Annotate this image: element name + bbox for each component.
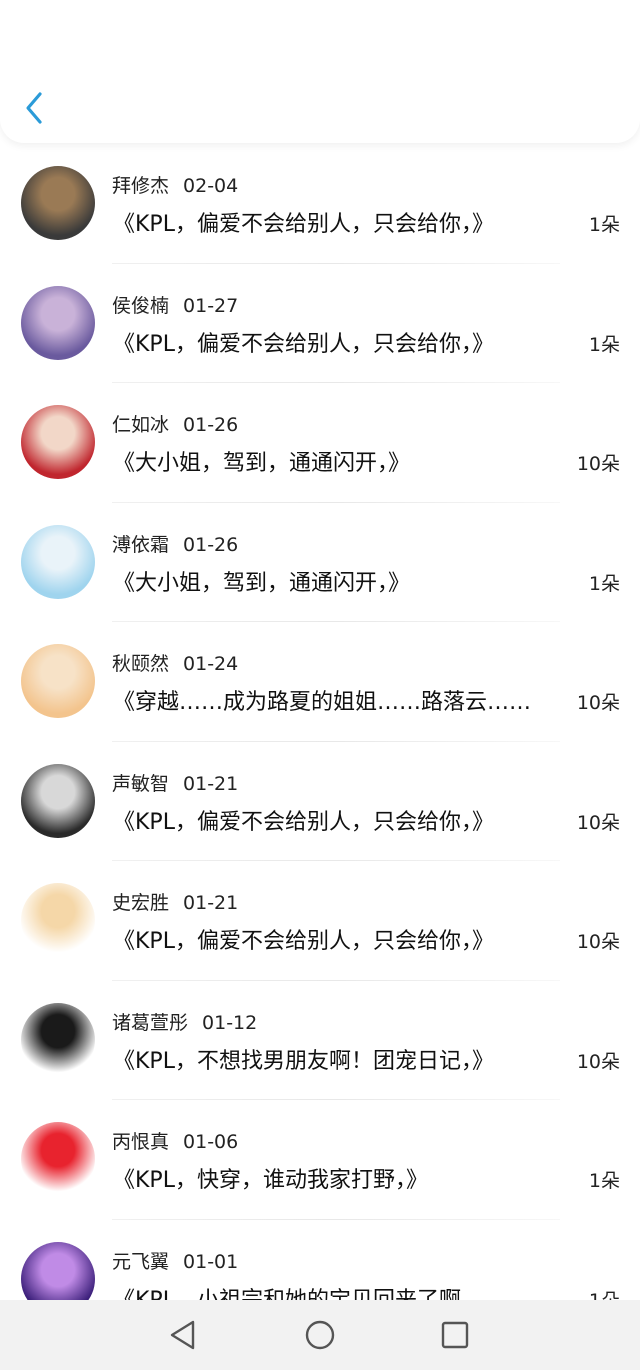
list-item[interactable]: 溥依霜 01-26 《大小姐，驾到，通通闪开，》 1朵 — [0, 503, 640, 622]
item-date: 01-21 — [183, 772, 239, 795]
user-name: 诸葛萱彤 — [112, 1011, 189, 1034]
flower-count: 10朵 — [576, 931, 620, 953]
avatar[interactable] — [21, 405, 95, 479]
user-name: 元飞翼 — [112, 1250, 170, 1273]
item-meta: 史宏胜 01-21 — [112, 888, 238, 915]
book-title: 《KPL，偏爱不会给别人，只会给你，》 — [113, 809, 494, 835]
book-title: 《大小姐，驾到，通通闪开，》 — [113, 451, 411, 476]
nav-home-button[interactable] — [302, 1317, 338, 1353]
status-indicators: 4G 2G — [459, 22, 610, 42]
item-meta: 秋颐然 01-24 — [112, 649, 238, 676]
flower-count: 10朵 — [576, 453, 620, 475]
item-meta: 声敏智 01-21 — [112, 769, 238, 796]
list-item[interactable]: 拜修杰 02-04 《KPL，偏爱不会给别人，只会给你，》 1朵 — [0, 144, 640, 264]
avatar[interactable] — [21, 166, 95, 240]
list-item[interactable]: 仁如冰 01-26 《大小姐，驾到，通通闪开，》 10朵 — [0, 383, 640, 503]
list-item[interactable]: 元飞翼 01-01 《KPL，小祖宗和她的宝贝回来了啊， 1朵 — [0, 1220, 640, 1301]
user-name: 丙恨真 — [112, 1131, 170, 1153]
cellular-signal-2-icon: 2G — [535, 23, 567, 42]
battery-icon — [576, 26, 610, 42]
book-title: 《KPL，快穿，谁动我家打野，》 — [113, 1168, 428, 1193]
flower-count: 10朵 — [576, 1050, 620, 1073]
square-recents-icon — [441, 1321, 469, 1349]
item-date: 01-06 — [183, 1131, 239, 1153]
flower-count: 1朵 — [588, 1170, 620, 1192]
chevron-left-icon — [26, 92, 42, 124]
book-title: 《KPL，小祖宗和她的宝贝回来了啊， — [113, 1287, 483, 1301]
list-item[interactable]: 声敏智 01-21 《KPL，偏爱不会给别人，只会给你，》 10朵 — [0, 742, 640, 861]
user-name: 拜修杰 — [112, 175, 170, 197]
book-title: 《大小姐，驾到，通通闪开，》 — [113, 570, 411, 596]
list-item[interactable]: 诸葛萱彤 01-12 《KPL，不想找男朋友啊！团宠日记，》 10朵 — [0, 981, 640, 1100]
user-name: 溥依霜 — [112, 533, 170, 556]
avatar[interactable] — [21, 1241, 95, 1300]
flower-count: 1朵 — [588, 214, 620, 236]
item-date: 01-26 — [183, 533, 239, 556]
avatar[interactable] — [21, 644, 95, 718]
flower-count: 1朵 — [588, 572, 620, 595]
avatar[interactable] — [21, 883, 95, 957]
item-date: 01-26 — [183, 414, 239, 436]
app-blue-ball-icon — [165, 25, 185, 45]
list-item[interactable]: 侯俊楠 01-27 《KPL，偏爱不会给别人，只会给你，》 1朵 — [0, 264, 640, 383]
app-music-icon — [219, 25, 239, 45]
network-type-2: 2G — [535, 23, 549, 33]
user-name: 仁如冰 — [112, 414, 170, 436]
app-orange-icon — [138, 25, 158, 45]
item-meta: 元飞翼 01-01 — [112, 1247, 238, 1274]
item-date: 01-21 — [183, 892, 239, 914]
battery-level — [580, 30, 597, 38]
flower-count: 1朵 — [588, 333, 620, 356]
user-name: 史宏胜 — [112, 892, 170, 914]
item-meta: 仁如冰 01-26 — [112, 410, 238, 437]
list-item[interactable]: 秋颐然 01-24 《穿越……成为路夏的姐姐……路落云…… 10朵 — [0, 622, 640, 742]
user-name: 侯俊楠 — [112, 294, 170, 317]
item-meta: 溥依霜 01-26 — [112, 530, 238, 557]
flower-count: 10朵 — [576, 811, 620, 834]
app-green-bird-icon — [246, 25, 266, 45]
item-date: 01-01 — [183, 1250, 239, 1273]
nav-back-button[interactable] — [165, 1317, 201, 1353]
list-item[interactable]: 史宏胜 01-21 《KPL，偏爱不会给别人，只会给你，》 10朵 — [0, 861, 640, 981]
item-meta: 丙恨真 01-06 — [112, 1127, 238, 1154]
item-meta: 拜修杰 02-04 — [112, 171, 238, 198]
book-title: 《KPL，偏爱不会给别人，只会给你，》 — [113, 929, 494, 954]
more-notifications: ··· — [279, 24, 297, 45]
network-type-1: 4G — [494, 23, 508, 33]
item-date: 01-24 — [183, 653, 239, 675]
gift-list: 拜修杰 02-04 《KPL，偏爱不会给别人，只会给你，》 1朵 侯俊楠 01-27… — [0, 144, 640, 1300]
item-date: 01-27 — [183, 294, 239, 317]
circle-home-icon — [305, 1320, 335, 1350]
status-app-icons: ··· — [138, 25, 296, 45]
book-title: 《KPL，偏爱不会给别人，只会给你，》 — [113, 212, 494, 237]
item-meta: 侯俊楠 01-27 — [112, 291, 238, 318]
cellular-signal-1-icon: 4G — [494, 23, 526, 42]
back-button[interactable] — [18, 88, 54, 128]
user-name: 秋颐然 — [112, 653, 170, 675]
user-name: 声敏智 — [112, 772, 170, 795]
avatar[interactable] — [21, 524, 95, 599]
book-title: 《KPL，不想找男朋友啊！团宠日记，》 — [113, 1048, 494, 1074]
triangle-back-icon — [170, 1320, 195, 1350]
book-title: 《KPL，偏爱不会给别人，只会给你，》 — [113, 331, 494, 357]
flower-count: 1朵 — [589, 1286, 620, 1301]
app-red-book-icon — [192, 25, 212, 45]
avatar[interactable] — [21, 1002, 95, 1077]
book-title: 《穿越……成为路夏的姐姐……路落云…… — [113, 690, 532, 715]
item-meta: 诸葛萱彤 01-12 — [112, 1008, 257, 1035]
list-item[interactable]: 丙恨真 01-06 《KPL，快穿，谁动我家打野，》 1朵 — [0, 1100, 640, 1220]
item-date: 02-04 — [183, 175, 239, 197]
status-bar: 9:44 ··· 4G 2G — [0, 0, 640, 72]
nav-recents-button[interactable] — [437, 1317, 473, 1353]
avatar[interactable] — [21, 1122, 95, 1196]
system-nav-bar — [0, 1300, 640, 1370]
avatar[interactable] — [21, 763, 95, 838]
flower-count: 10朵 — [576, 692, 620, 714]
wifi-icon — [459, 23, 485, 42]
avatar[interactable] — [21, 285, 95, 360]
item-date: 01-12 — [202, 1011, 258, 1034]
